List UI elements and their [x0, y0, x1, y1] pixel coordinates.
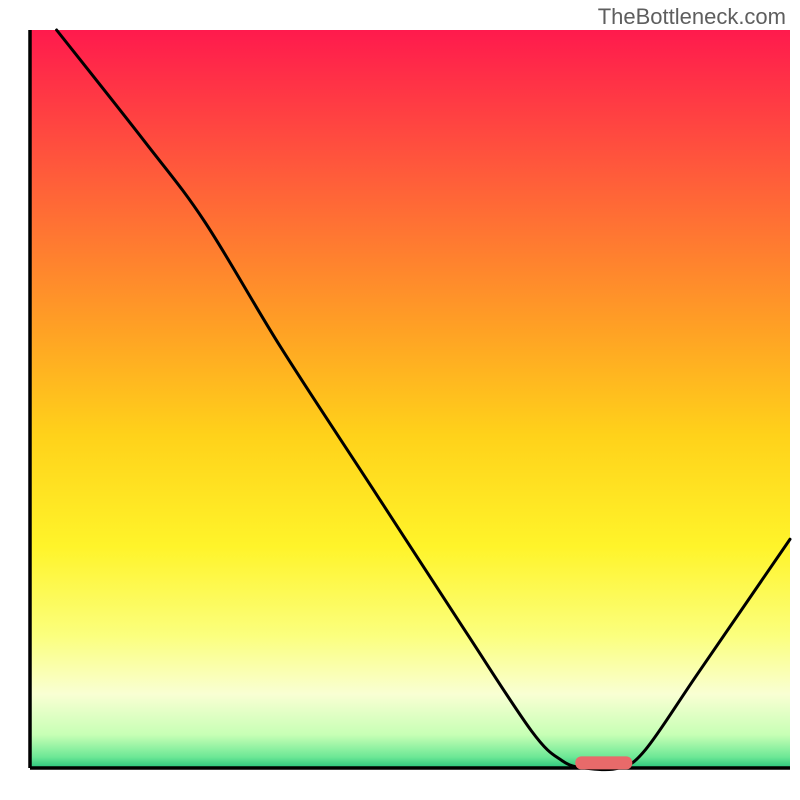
optimal-marker	[575, 756, 632, 769]
watermark-text: TheBottleneck.com	[598, 4, 786, 30]
bottleneck-chart	[0, 0, 800, 800]
